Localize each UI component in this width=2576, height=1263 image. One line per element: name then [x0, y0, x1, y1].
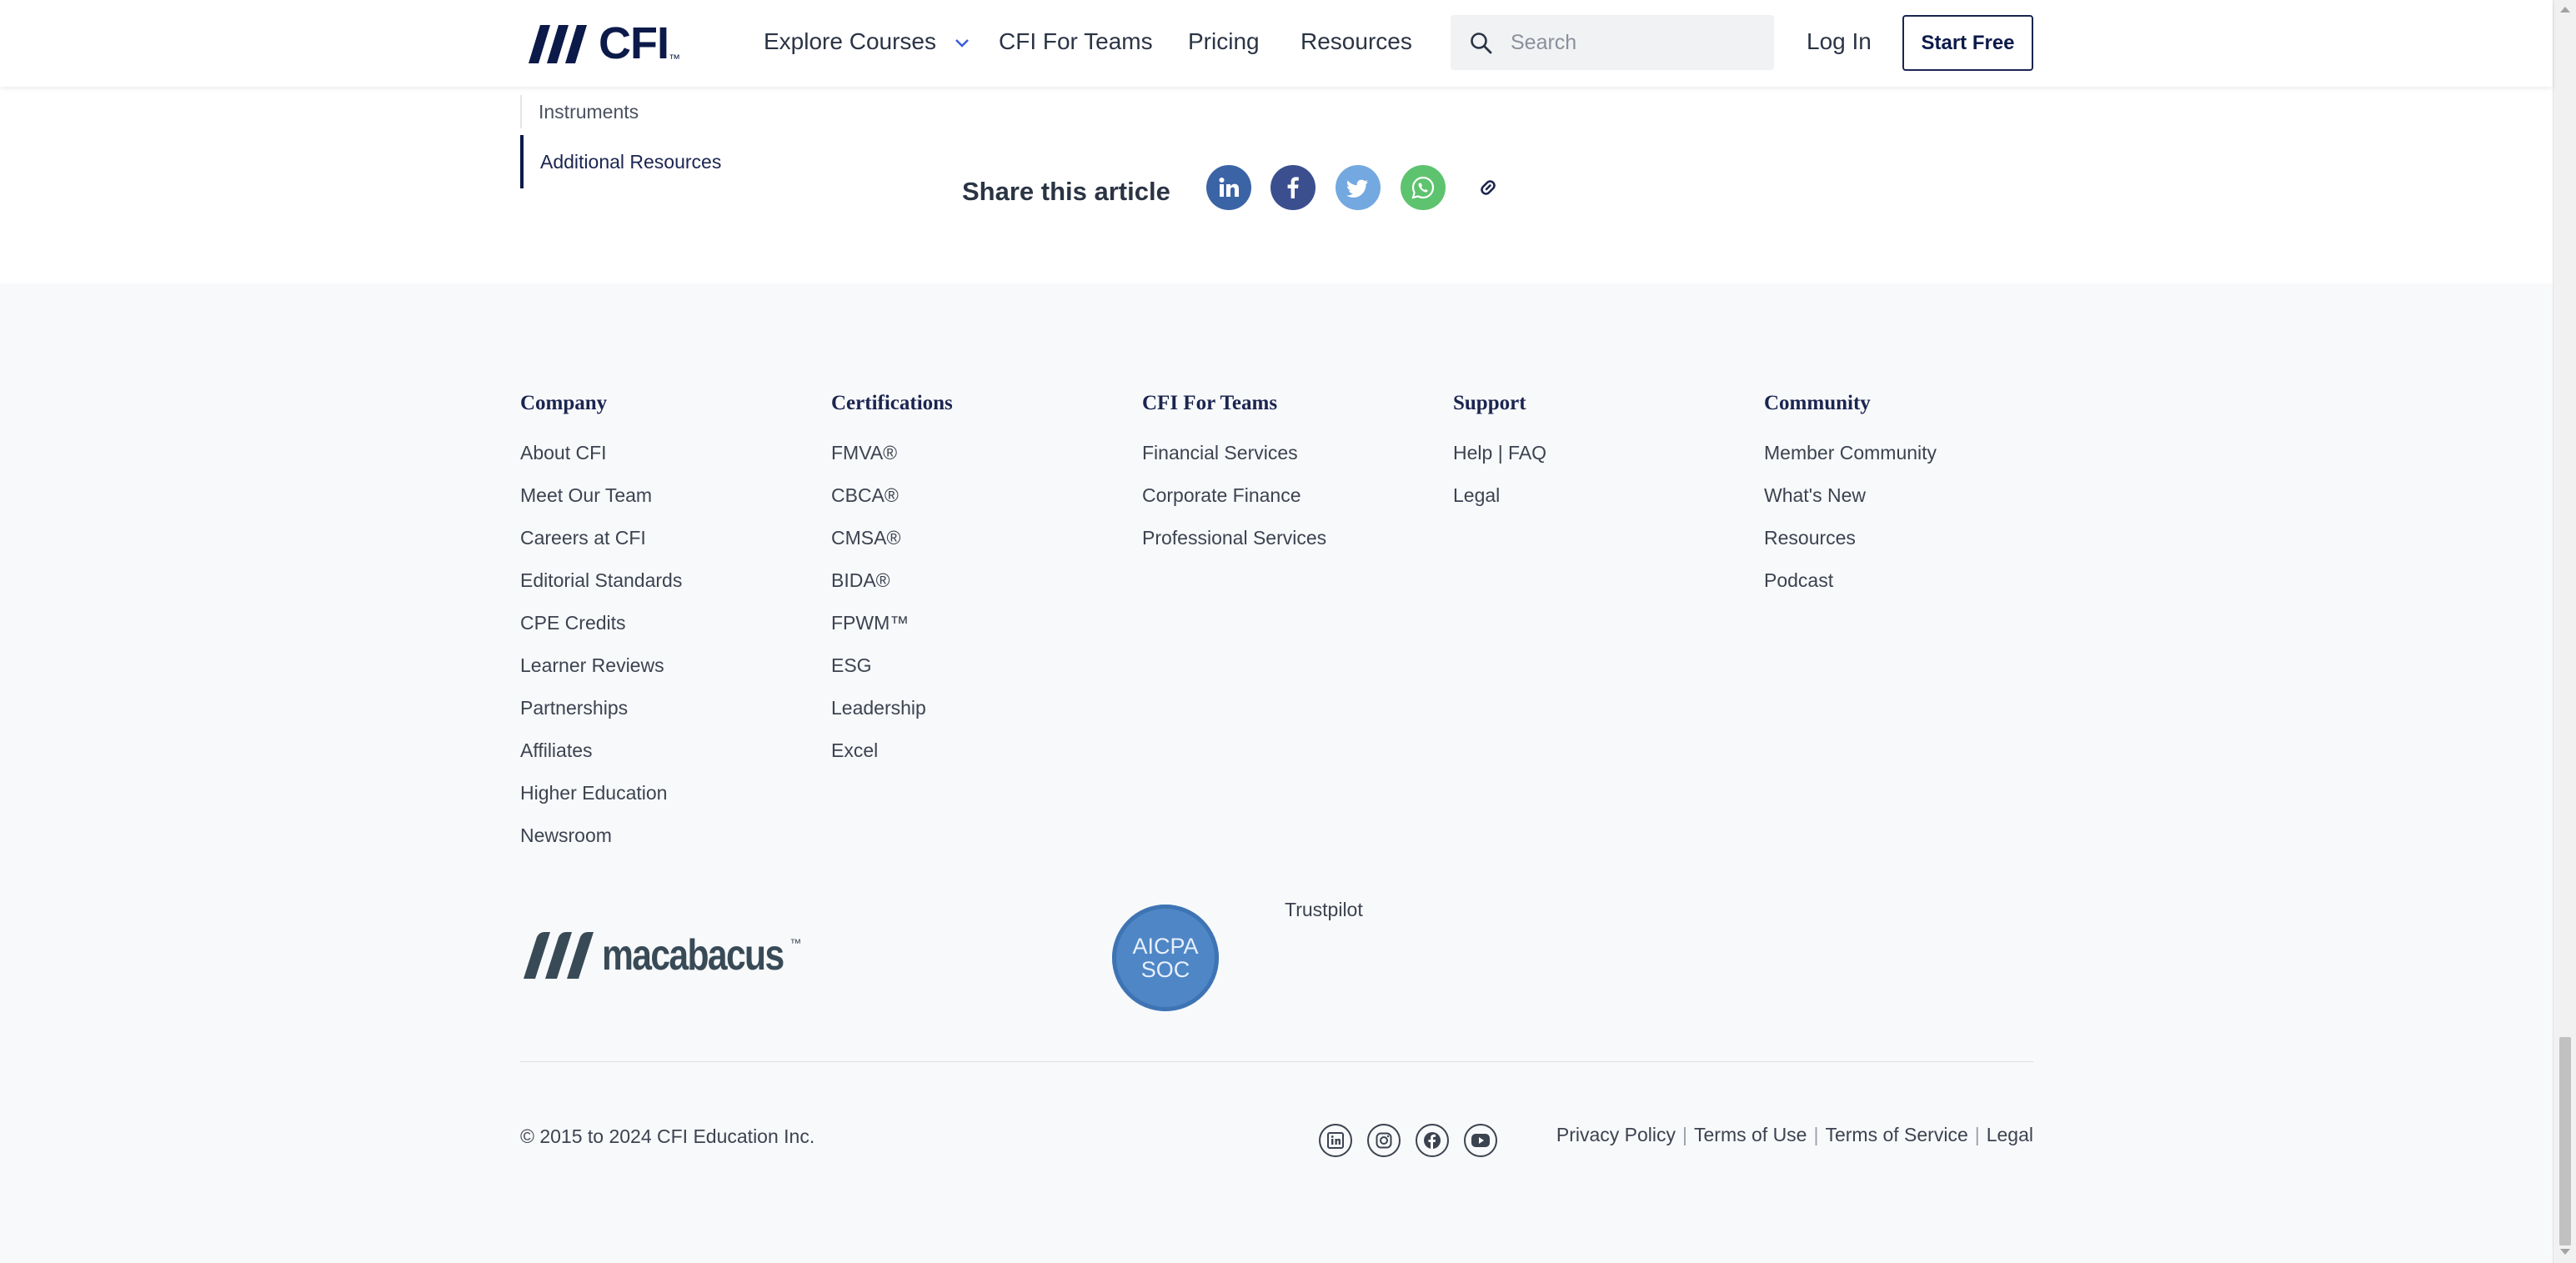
- legal-links: Privacy Policy | Terms of Use | Terms of S…: [1556, 1124, 2033, 1146]
- terms-of-use-link[interactable]: Terms of Use: [1694, 1124, 1807, 1146]
- linkedin-icon[interactable]: [1206, 165, 1251, 210]
- nav-cfi-for-teams[interactable]: CFI For Teams: [999, 28, 1153, 55]
- scroll-up-arrow-icon[interactable]: [2560, 7, 2570, 13]
- footer-link[interactable]: Meet Our Team: [520, 484, 682, 527]
- separator: |: [1974, 1124, 1980, 1145]
- scroll-down-arrow-icon[interactable]: [2560, 1249, 2570, 1255]
- search-icon: [1471, 33, 1492, 54]
- youtube-icon[interactable]: [1464, 1124, 1497, 1157]
- aicpa-soc-badge[interactable]: AICPA SOC: [1112, 905, 1219, 1011]
- footer-link[interactable]: Podcast: [1764, 569, 1937, 612]
- aicpa-text: AICPA: [1132, 933, 1199, 959]
- footer-link[interactable]: Professional Services: [1142, 527, 1326, 569]
- search-box[interactable]: [1451, 15, 1774, 70]
- footer-column-company: Company About CFI Meet Our Team Careers …: [520, 392, 682, 867]
- footer-link[interactable]: Careers at CFI: [520, 527, 682, 569]
- start-free-button[interactable]: Start Free: [1902, 15, 2033, 71]
- footer-link[interactable]: FPWM™: [831, 612, 953, 654]
- footer-link[interactable]: BIDA®: [831, 569, 953, 612]
- toc-item-additional-resources[interactable]: Additional Resources: [520, 135, 721, 188]
- twitter-icon[interactable]: [1336, 165, 1381, 210]
- nav-explore-courses[interactable]: Explore Courses: [764, 28, 970, 55]
- footer-link[interactable]: Help | FAQ: [1453, 442, 1546, 484]
- footer-divider: [520, 1061, 2033, 1062]
- cfi-logo[interactable]: CFI ™: [520, 18, 680, 68]
- footer-link[interactable]: What's New: [1764, 484, 1937, 527]
- footer-link[interactable]: Member Community: [1764, 442, 1937, 484]
- terms-of-service-link[interactable]: Terms of Service: [1825, 1124, 1967, 1146]
- footer-column-support: Support Help | FAQ Legal: [1453, 392, 1546, 527]
- linkedin-icon[interactable]: [1319, 1124, 1352, 1157]
- macabacus-trademark: ™: [789, 936, 802, 950]
- separator: |: [1813, 1124, 1819, 1145]
- copyright-text: © 2015 to 2024 CFI Education Inc.: [520, 1125, 815, 1147]
- chevron-down-icon: [955, 38, 969, 48]
- footer-column-cfi-for-teams: CFI For Teams Financial Services Corpora…: [1142, 392, 1326, 569]
- footer-column-community: Community Member Community What's New Re…: [1764, 392, 1937, 612]
- footer-link[interactable]: Partnerships: [520, 697, 682, 739]
- link-icon[interactable]: [1466, 165, 1511, 210]
- footer-heading-certifications: Certifications: [831, 392, 953, 414]
- search-input[interactable]: [1511, 27, 1761, 58]
- trustpilot-widget[interactable]: Trustpilot: [1285, 899, 1363, 921]
- scrollbar-thumb[interactable]: [2559, 1037, 2571, 1245]
- soc-text: SOC: [1140, 957, 1190, 982]
- footer-link[interactable]: Financial Services: [1142, 442, 1326, 484]
- footer-link[interactable]: Excel: [831, 739, 953, 782]
- footer-link[interactable]: Affiliates: [520, 739, 682, 782]
- footer-link[interactable]: CPE Credits: [520, 612, 682, 654]
- toc-item-instruments[interactable]: Instruments: [520, 95, 639, 128]
- separator: |: [1682, 1124, 1687, 1145]
- nav-explore-courses-label: Explore Courses: [764, 28, 936, 54]
- article-area: Instruments Additional Resources Share t…: [0, 87, 2553, 283]
- footer-link[interactable]: Resources: [1764, 527, 1937, 569]
- privacy-policy-link[interactable]: Privacy Policy: [1556, 1124, 1676, 1146]
- facebook-icon[interactable]: [1416, 1124, 1449, 1157]
- footer-column-certifications: Certifications FMVA® CBCA® CMSA® BIDA® F…: [831, 392, 953, 782]
- legal-link[interactable]: Legal: [1987, 1124, 2033, 1146]
- footer-link[interactable]: Leadership: [831, 697, 953, 739]
- footer-link[interactable]: Corporate Finance: [1142, 484, 1326, 527]
- logo-text: CFI: [599, 18, 669, 68]
- macabacus-logo-mark-icon: [524, 932, 594, 979]
- nav-pricing[interactable]: Pricing: [1188, 28, 1260, 55]
- footer-heading-community: Community: [1764, 392, 1871, 414]
- footer-heading-company: Company: [520, 392, 608, 414]
- whatsapp-icon[interactable]: [1401, 165, 1446, 210]
- footer-link[interactable]: ESG: [831, 654, 953, 697]
- footer-link[interactable]: About CFI: [520, 442, 682, 484]
- macabacus-text: macabacus: [602, 931, 784, 980]
- footer-link[interactable]: CMSA®: [831, 527, 953, 569]
- login-link[interactable]: Log In: [1807, 28, 1872, 55]
- instagram-icon[interactable]: [1367, 1124, 1401, 1157]
- macabacus-logo[interactable]: macabacus ™: [520, 930, 801, 980]
- facebook-icon[interactable]: [1270, 165, 1316, 210]
- site-header: CFI ™ Explore Courses CFI For Teams Pric…: [0, 0, 2553, 87]
- footer-heading-cfi-for-teams: CFI For Teams: [1142, 392, 1278, 414]
- nav-resources[interactable]: Resources: [1301, 28, 1412, 55]
- page-scrollbar[interactable]: [2553, 0, 2576, 1263]
- footer-link[interactable]: CBCA®: [831, 484, 953, 527]
- footer-link[interactable]: FMVA®: [831, 442, 953, 484]
- share-label: Share this article: [962, 177, 1170, 206]
- footer-link[interactable]: Legal: [1453, 484, 1546, 527]
- footer-link[interactable]: Higher Education: [520, 782, 682, 824]
- cfi-logo-mark-icon: [529, 25, 587, 63]
- footer-link[interactable]: Newsroom: [520, 824, 682, 867]
- logo-trademark: ™: [669, 52, 680, 65]
- footer-link[interactable]: Learner Reviews: [520, 654, 682, 697]
- footer-heading-support: Support: [1453, 392, 1526, 414]
- footer-link[interactable]: Editorial Standards: [520, 569, 682, 612]
